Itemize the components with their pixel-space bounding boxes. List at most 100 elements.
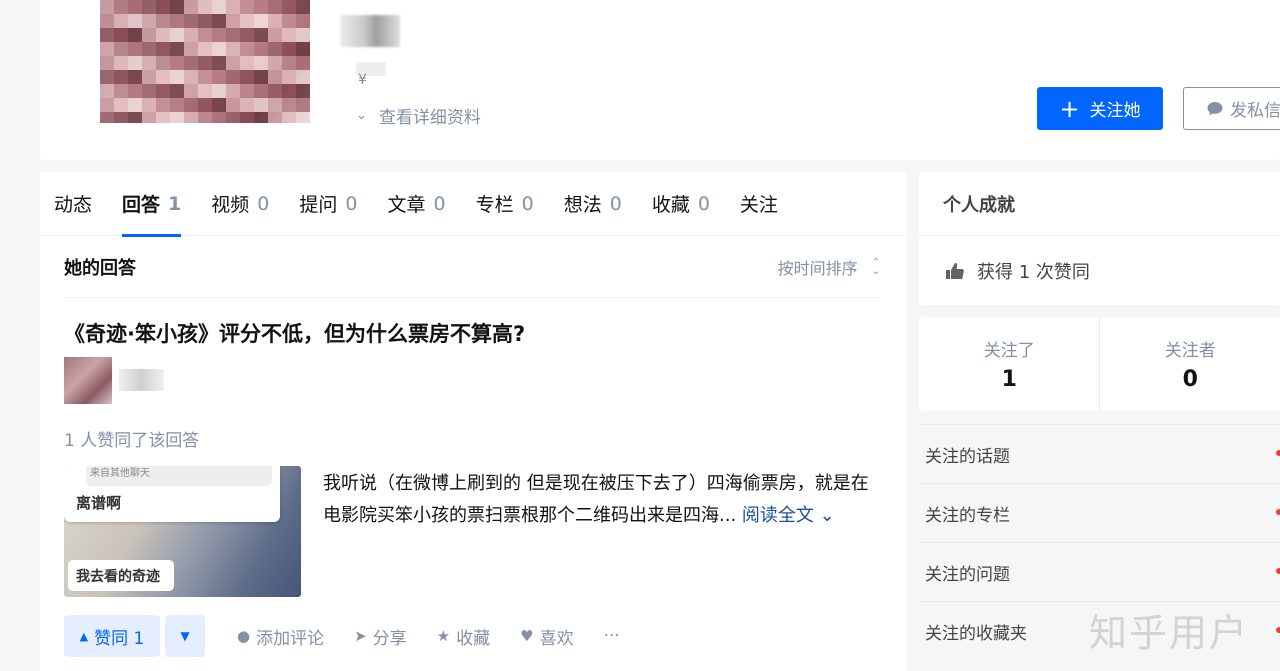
collect-button[interactable]: ★ 收藏: [437, 624, 490, 649]
author-info-redacted[interactable]: [64, 357, 164, 404]
avatar-pixel: [212, 42, 226, 56]
avatar-pixel: [114, 98, 128, 112]
author-avatar[interactable]: [64, 357, 112, 404]
share-label: 分享: [372, 628, 407, 649]
like-button[interactable]: ♥ 喜欢: [520, 624, 573, 649]
avatar-pixel: [170, 14, 184, 28]
share-button[interactable]: ➤ 分享: [354, 624, 407, 649]
tab-6[interactable]: 想法 0: [564, 172, 622, 236]
tab-7[interactable]: 收藏 0: [652, 172, 710, 236]
tab-3[interactable]: 提问 0: [299, 172, 357, 236]
avatar-pixel: [142, 112, 156, 123]
avatar-pixel: [184, 84, 198, 98]
avatar-pixel: [212, 56, 226, 70]
avatar-pixel: [156, 42, 170, 56]
followers-count: 0: [1182, 367, 1198, 392]
avatar-pixel: [184, 14, 198, 28]
follow-stats: 关注了 1 关注者 0: [919, 317, 1280, 411]
avatar-pixel: [226, 112, 240, 123]
sidebar-link-1[interactable]: 关注的专栏: [919, 483, 1280, 542]
avatar-pixel: [226, 14, 240, 28]
avatar-pixel: [114, 14, 128, 28]
avatar-pixel: [100, 42, 114, 56]
tab-1[interactable]: 回答 1: [122, 172, 182, 237]
avatar-pixel: [128, 56, 142, 70]
more-button[interactable]: ···: [604, 626, 620, 646]
avatar-pixel: [100, 98, 114, 112]
avatar-pixel: [170, 70, 184, 84]
downvote-button[interactable]: ▼: [165, 615, 205, 657]
avatar-pixel: [170, 56, 184, 70]
thumb-big-text: 离谱啊: [76, 494, 122, 512]
avatar[interactable]: [100, 0, 310, 123]
avatar-pixel: [226, 84, 240, 98]
comment-button[interactable]: ● 添加评论: [237, 624, 324, 649]
avatar-pixel: [114, 28, 128, 42]
upvote-button[interactable]: ▲ 赞同 1: [64, 615, 160, 657]
tab-label: 视频: [211, 194, 250, 216]
page-gutter: [0, 0, 40, 671]
avatar-pixel: [268, 70, 282, 84]
answer-thumbnail[interactable]: 来自其他聊天 离谱啊 我去看的奇迹: [64, 466, 301, 597]
avatar-pixel: [142, 70, 156, 84]
avatar-pixel: [156, 28, 170, 42]
message-button-label: 发私信: [1230, 101, 1280, 121]
sidebar-link-0[interactable]: 关注的话题: [919, 424, 1280, 483]
avatar-pixel: [114, 42, 128, 56]
sidebar-link-label: 关注的收藏夹: [925, 623, 1027, 644]
avatar-pixel: [114, 70, 128, 84]
sidebar-link-2[interactable]: 关注的问题: [919, 542, 1280, 601]
question-title[interactable]: 《奇迹·笨小孩》评分不低，但为什么票房不算高?: [64, 318, 525, 348]
tab-5[interactable]: 专栏 0: [476, 172, 534, 236]
sort-toggle[interactable]: 按时间排序 ⌃ ⌄: [778, 255, 880, 279]
avatar-pixel: [254, 70, 268, 84]
avatar-pixel: [226, 28, 240, 42]
author-name-redacted: [119, 369, 164, 391]
avatar-pixel: [128, 28, 142, 42]
answer-excerpt[interactable]: 我听说（在微博上刷到的 但是现在被压下去了）四海偷票房，就是在电影院买笨小孩的票…: [323, 468, 883, 532]
tab-2[interactable]: 视频 0: [211, 172, 269, 236]
following-stat[interactable]: 关注了 1: [919, 317, 1099, 411]
tab-label: 关注: [739, 194, 778, 216]
tab-count: 0: [257, 192, 270, 215]
avatar-pixel: [156, 112, 170, 123]
avatar-pixel: [156, 70, 170, 84]
tab-4[interactable]: 文章 0: [387, 172, 445, 236]
read-more-link[interactable]: 阅读全文 ⌄: [742, 505, 835, 526]
comment-icon: ●: [237, 627, 251, 645]
heart-icon: ♥: [520, 627, 534, 645]
avatar-pixel: [114, 84, 128, 98]
avatar-pixel: [296, 112, 310, 123]
followers-stat[interactable]: 关注者 0: [1099, 317, 1280, 411]
avatar-pixel: [184, 112, 198, 123]
avatar-pixel: [128, 98, 142, 112]
avatar-pixel: [268, 84, 282, 98]
avatar-pixel: [170, 98, 184, 112]
avatar-pixel: [184, 70, 198, 84]
achievement-upvotes: 获得 1 次赞同: [945, 258, 1090, 284]
tab-8[interactable]: 关注: [740, 172, 778, 236]
tab-0[interactable]: 动态: [54, 172, 92, 236]
avatar-pixel: [198, 14, 212, 28]
avatar-pixel: [240, 56, 254, 70]
avatar-pixel: [128, 70, 142, 84]
chevron-down-icon: ⌄: [356, 108, 367, 123]
chat-bubble: 来自其他聊天 离谱啊: [64, 466, 280, 522]
avatar-pixel: [296, 56, 310, 70]
avatar-pixel: [198, 84, 212, 98]
view-details-link[interactable]: ⌄ 查看详细资料: [356, 103, 481, 128]
avatar-pixel: [268, 98, 282, 112]
tab-label: 提问: [299, 194, 338, 216]
avatar-pixel: [142, 84, 156, 98]
avatar-pixel: [142, 0, 156, 14]
avatar-pixel: [268, 42, 282, 56]
avatar-pixel: [296, 28, 310, 42]
avatar-pixel: [296, 84, 310, 98]
follow-button[interactable]: + 关注她: [1037, 87, 1163, 130]
message-button[interactable]: 发私信: [1183, 87, 1280, 130]
tab-label: 收藏: [651, 194, 690, 216]
profile-main: 动态 回答 1 视频 0 提问 0 文章 0 专栏 0 想法 0 收藏 0 关注 她的回答 按时间排序 ⌃ ⌄ …: [40, 172, 906, 671]
avatar-pixel: [212, 84, 226, 98]
thumb-caption: 我去看的奇迹: [68, 560, 174, 591]
thumbs-up-icon: [946, 263, 964, 279]
